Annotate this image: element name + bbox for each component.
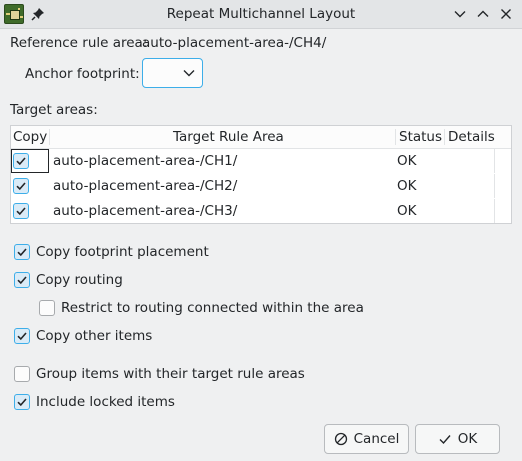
restrict-routing-checkbox[interactable]	[39, 300, 55, 316]
copy-footprint-placement-option[interactable]: Copy footprint placement	[14, 242, 209, 262]
restrict-routing-label[interactable]: Restrict to routing connected within the…	[61, 300, 364, 316]
copy-checkbox[interactable]	[13, 203, 29, 219]
table-row[interactable]: auto-placement-area-/CH1/ OK	[11, 149, 511, 174]
ok-button[interactable]: OK	[415, 424, 500, 454]
table-row[interactable]: auto-placement-area-/CH3/ OK	[11, 199, 511, 224]
chevron-up-icon[interactable]	[474, 5, 492, 23]
reference-rule-area-label: Reference rule area:	[10, 35, 148, 51]
target-rule-area-cell: auto-placement-area-/CH2/	[53, 178, 238, 194]
target-rule-area-cell: auto-placement-area-/CH1/	[53, 153, 238, 169]
column-divider	[444, 129, 445, 145]
group-items-label[interactable]: Group items with their target rule areas	[36, 366, 305, 382]
restrict-routing-option[interactable]: Restrict to routing connected within the…	[39, 298, 364, 318]
close-icon[interactable]	[497, 5, 515, 23]
group-items-checkbox[interactable]	[14, 366, 30, 382]
column-header-details[interactable]: Details	[448, 126, 495, 148]
details-cell[interactable]	[447, 174, 495, 198]
column-divider	[395, 129, 396, 145]
copy-routing-option[interactable]: Copy routing	[14, 270, 123, 290]
column-header-target-rule-area[interactable]: Target Rule Area	[173, 126, 284, 148]
copy-checkbox[interactable]	[13, 153, 29, 169]
copy-footprint-placement-checkbox[interactable]	[14, 244, 30, 260]
cancel-icon	[334, 432, 347, 446]
cancel-button-label: Cancel	[353, 431, 400, 447]
copy-other-items-label[interactable]: Copy other items	[36, 328, 152, 344]
copy-footprint-placement-label[interactable]: Copy footprint placement	[36, 244, 209, 260]
details-cell[interactable]	[447, 199, 495, 223]
column-header-copy[interactable]: Copy	[13, 126, 47, 148]
chevron-down-icon	[183, 70, 195, 77]
ok-button-label: OK	[457, 431, 478, 447]
status-cell: OK	[397, 178, 417, 194]
table-row[interactable]: auto-placement-area-/CH2/ OK	[11, 174, 511, 199]
target-areas-table: Copy Target Rule Area Status Details aut…	[10, 125, 512, 224]
anchor-footprint-select[interactable]	[142, 58, 203, 88]
column-header-status[interactable]: Status	[399, 126, 442, 148]
copy-checkbox[interactable]	[13, 178, 29, 194]
target-rule-area-cell: auto-placement-area-/CH3/	[53, 203, 238, 219]
copy-other-items-option[interactable]: Copy other items	[14, 326, 152, 346]
include-locked-items-label[interactable]: Include locked items	[36, 394, 175, 410]
group-items-option[interactable]: Group items with their target rule areas	[14, 364, 305, 384]
status-cell: OK	[397, 153, 417, 169]
include-locked-items-option[interactable]: Include locked items	[14, 392, 175, 412]
anchor-footprint-label: Anchor footprint:	[25, 66, 140, 82]
include-locked-items-checkbox[interactable]	[14, 394, 30, 410]
cancel-button[interactable]: Cancel	[324, 424, 409, 454]
target-areas-label: Target areas:	[10, 102, 98, 118]
status-cell: OK	[397, 203, 417, 219]
copy-routing-label[interactable]: Copy routing	[36, 272, 123, 288]
checkmark-icon	[439, 435, 451, 445]
copy-routing-checkbox[interactable]	[14, 272, 30, 288]
copy-other-items-checkbox[interactable]	[14, 328, 30, 344]
chevron-down-icon[interactable]	[451, 5, 469, 23]
reference-rule-area-value: auto-placement-area-/CH4/	[142, 35, 327, 51]
table-header: Copy Target Rule Area Status Details	[11, 126, 511, 149]
column-divider	[49, 129, 50, 145]
details-cell[interactable]	[447, 149, 495, 173]
window-title: Repeat Multichannel Layout	[166, 6, 356, 22]
